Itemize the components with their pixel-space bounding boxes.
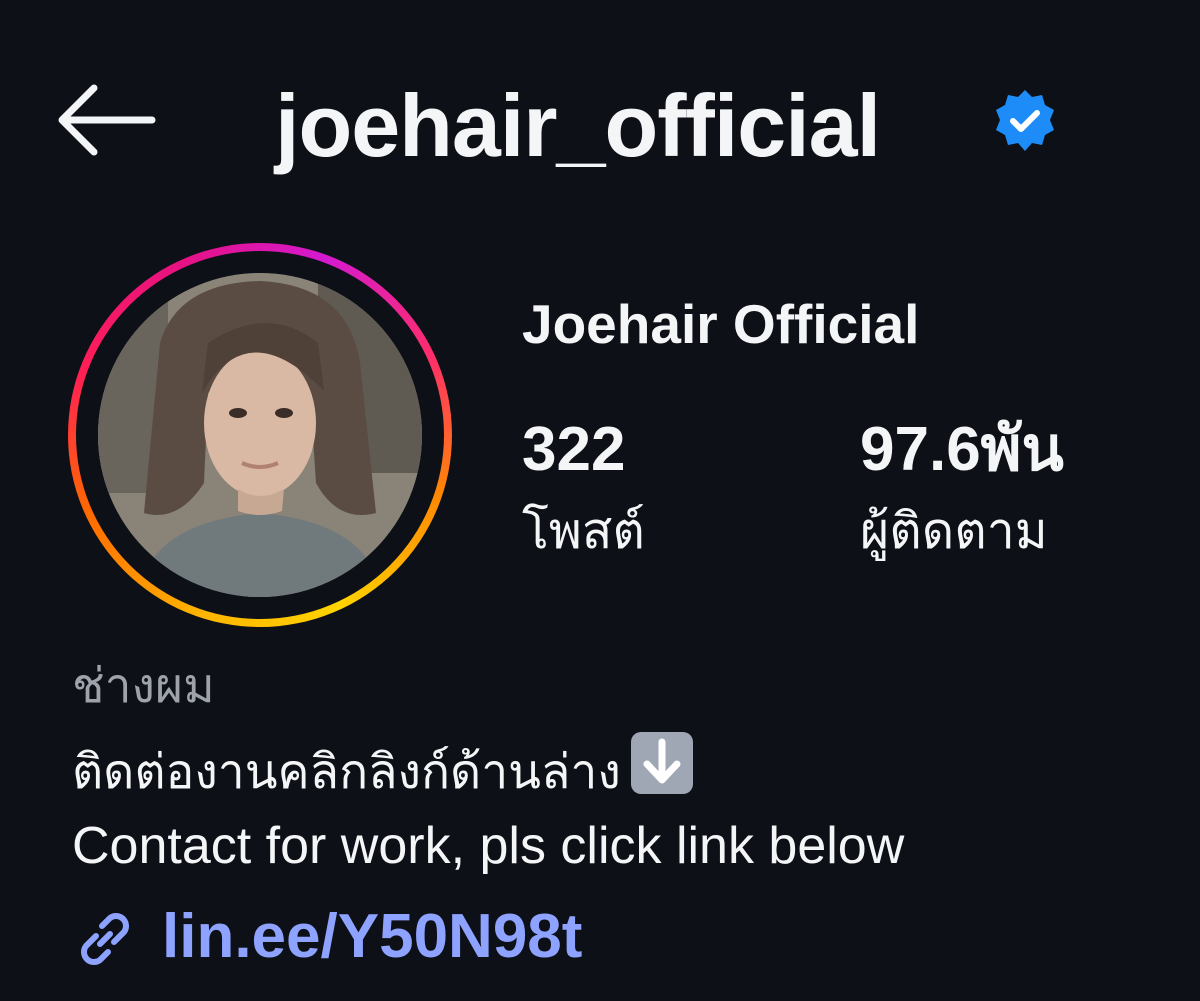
posts-count: 322 <box>522 415 626 484</box>
avatar-story-ring[interactable] <box>68 243 452 627</box>
profile-header: joehair_official <box>0 60 1200 200</box>
bio-line-english: Contact for work, pls click link below <box>72 817 905 875</box>
verified-badge-icon <box>996 90 1054 151</box>
bio-link-text[interactable]: lin.ee/Y50N98t <box>162 892 582 982</box>
profile-username: joehair_official <box>275 76 881 175</box>
link-icon <box>81 913 129 965</box>
posts-stat[interactable]: 322 โพสต์ <box>522 414 645 576</box>
profile-category: ช่างผม <box>72 658 215 714</box>
followers-stat[interactable]: 97.6พัน ผู้ติดตาม <box>860 414 1064 576</box>
bio-line-thai-text: ติดต่องานคลิกลิงก์ด้านล่าง <box>72 744 621 800</box>
followers-count: 97.6พัน <box>860 415 1064 484</box>
profile-display-name: Joehair Official <box>522 293 920 355</box>
profile-photo <box>98 273 422 597</box>
posts-label: โพสต์ <box>522 502 645 560</box>
followers-label: ผู้ติดตาม <box>860 502 1048 560</box>
arrow-left-icon <box>58 84 156 156</box>
profile-bio: ติดต่องานคลิกลิงก์ด้านล่าง Contact for w… <box>72 732 904 883</box>
back-button[interactable] <box>52 80 162 160</box>
down-arrow-emoji-icon <box>630 732 693 794</box>
bio-line-thai: ติดต่องานคลิกลิงก์ด้านล่าง <box>72 732 904 809</box>
